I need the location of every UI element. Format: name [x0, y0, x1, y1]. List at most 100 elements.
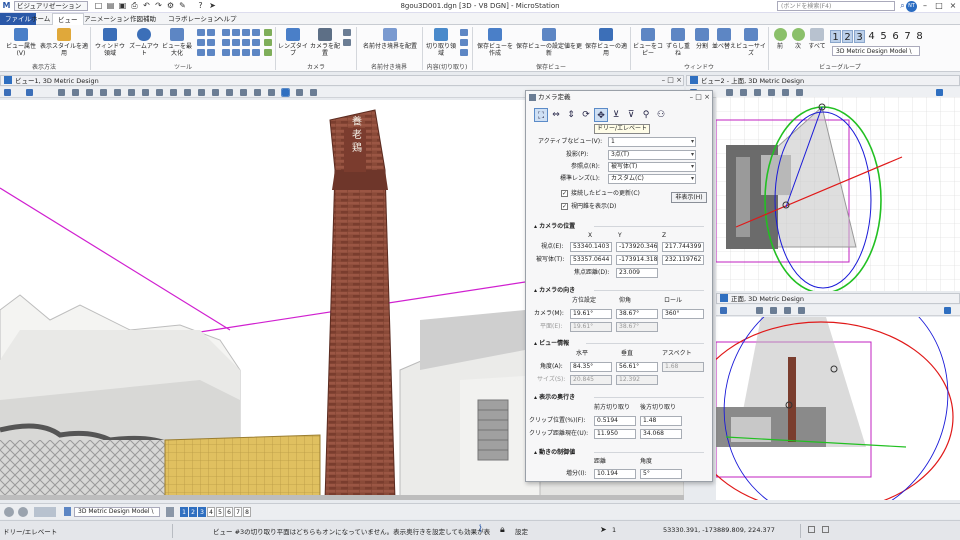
look-icon[interactable] [207, 49, 215, 56]
view-toggle-2[interactable]: 2 [189, 507, 197, 517]
camera-roll-icon[interactable]: ⊽ [624, 108, 638, 122]
view-groups-icon[interactable] [34, 507, 56, 517]
status-box-icon[interactable] [822, 526, 829, 533]
clip-volume-button[interactable]: 切り取り領域 [425, 28, 457, 57]
view2-fit-icon[interactable] [768, 89, 775, 96]
lens-type-button[interactable]: レンズタイプ [278, 28, 308, 57]
rotate-icon[interactable] [197, 39, 205, 46]
motion-control-section[interactable]: ▴ 動きの制御値 [534, 448, 575, 457]
view1-camera-active-icon[interactable] [281, 88, 290, 97]
view-group-8[interactable]: 8 [914, 30, 925, 43]
eye-z-field[interactable]: 217.744399 [662, 242, 704, 252]
bottom-model-select[interactable]: 3D Metric Design Model \ [74, 507, 160, 517]
eye-y-field[interactable]: -173920.346 [616, 242, 658, 252]
clip-back-icon[interactable] [460, 49, 468, 56]
view2-viewport[interactable] [716, 97, 960, 291]
all-button[interactable]: すべて [808, 28, 826, 50]
target-z-field[interactable]: 232.119762 [662, 255, 704, 265]
view-copy-icon[interactable] [242, 49, 250, 56]
sync-icon[interactable] [264, 29, 272, 36]
camera-pick-icon[interactable] [343, 39, 351, 46]
view-group-1[interactable]: 1 [830, 30, 841, 43]
tab-help[interactable]: ヘルプ [212, 13, 242, 25]
view-back-icon[interactable] [232, 39, 240, 46]
split-button[interactable]: 分割 [692, 28, 712, 50]
view2-rotate-icon[interactable] [782, 89, 789, 96]
active-level[interactable]: 1 [612, 526, 616, 534]
status-box-icon[interactable] [808, 526, 815, 533]
save-view-apply-button[interactable]: 保存ビューの適用 [584, 28, 628, 57]
clip-front-icon[interactable] [460, 39, 468, 46]
place-camera-button[interactable]: カメラを配置 [309, 28, 341, 57]
view2-window-icon[interactable] [754, 89, 761, 96]
camera-lens-icon[interactable]: ⚲ [639, 108, 653, 122]
arrange-button[interactable]: 並べ替え [712, 28, 736, 50]
dialog-window-controls[interactable]: – □ × [670, 91, 710, 104]
display-depth-section[interactable]: ▴ 表示の奥行き [534, 393, 575, 402]
view1-update-icon[interactable] [58, 89, 65, 96]
target-x-field[interactable]: 53357.0644 [570, 255, 612, 265]
update-connected-checkbox[interactable]: ✓ [561, 190, 568, 197]
view1-zoomin-icon[interactable] [72, 89, 79, 96]
view-toggle-8[interactable]: 8 [243, 507, 251, 517]
view-group-7[interactable]: 7 [902, 30, 913, 43]
view1-rotate-icon[interactable] [128, 89, 135, 96]
camera-people-icon[interactable]: ⚇ [654, 108, 668, 122]
view-info-section[interactable]: ▴ ビュー情報 [534, 339, 569, 348]
lens-select[interactable]: カスタム(C) [608, 174, 696, 184]
view1-zoomout-icon[interactable] [86, 89, 93, 96]
view1-window-icon[interactable] [100, 89, 107, 96]
camera-elevation-field[interactable]: 38.67° [616, 309, 658, 319]
view-group-4[interactable]: 4 [866, 30, 877, 43]
zoom-in-icon[interactable] [207, 29, 215, 36]
view3-attr-icon[interactable] [720, 307, 727, 314]
view-right-icon[interactable] [242, 29, 250, 36]
nav-forward-icon[interactable] [18, 507, 28, 517]
save-view-update-button[interactable]: 保存ビューの設定値を更新 [516, 28, 582, 57]
camera-small-icon[interactable] [264, 39, 272, 46]
view1-attr-icon[interactable] [4, 89, 11, 96]
avatar[interactable]: NT [906, 1, 917, 12]
view1-fit-icon[interactable] [114, 89, 121, 96]
increment-angle-field[interactable]: 5° [640, 469, 682, 479]
clip-front-dist-field[interactable]: 11.950 [594, 429, 636, 439]
view3-viewport[interactable] [716, 317, 960, 500]
view-group-6[interactable]: 6 [890, 30, 901, 43]
view2-pan-icon[interactable] [796, 89, 803, 96]
view1-previous-icon[interactable] [170, 89, 177, 96]
view3-rotate-icon[interactable] [798, 307, 805, 314]
apply-display-style-button[interactable]: 表示スタイルを適用 [40, 28, 88, 57]
target-y-field[interactable]: -173914.318 [616, 255, 658, 265]
camera-setup-icon[interactable]: ⛶ [534, 108, 548, 122]
view-toggle-6[interactable]: 6 [225, 507, 233, 517]
dolly-elevate-icon[interactable]: ✥ [594, 108, 608, 122]
view-toggle-3[interactable]: 3 [198, 507, 206, 517]
view-toggle-1[interactable]: 1 [180, 507, 188, 517]
view-iso-icon[interactable] [252, 29, 260, 36]
save-view-create-button[interactable]: 保存ビューを作成 [475, 28, 515, 57]
view1-window-controls[interactable]: – □ × [638, 75, 682, 85]
camera-position-section[interactable]: ▴ カメラの位置 [534, 222, 575, 231]
lock-icon[interactable]: 🔒︎ [500, 524, 510, 536]
window-area-button[interactable]: ウィンドウ領域 [93, 28, 127, 57]
camera-direction-section[interactable]: ▴ カメラの向き [534, 286, 575, 295]
view1-mask-icon[interactable] [226, 89, 233, 96]
target-icon[interactable] [264, 49, 272, 56]
view1-clip-icon[interactable] [212, 89, 219, 96]
tab-drafting-aids[interactable]: 作図補助 [125, 13, 161, 25]
view-group-5[interactable]: 5 [878, 30, 889, 43]
view1-render-icon[interactable] [310, 89, 317, 96]
view1-display-icon[interactable] [26, 89, 33, 96]
view-toggle-5[interactable]: 5 [216, 507, 224, 517]
active-view-select[interactable]: 1 [608, 137, 696, 147]
view-iso2-icon[interactable] [252, 39, 260, 46]
view-front-icon[interactable] [232, 29, 240, 36]
view3-fit-icon[interactable] [784, 307, 791, 314]
view-left-icon[interactable] [242, 39, 250, 46]
walk-icon[interactable] [207, 39, 215, 46]
camera-rotate-icon[interactable]: ⟳ [579, 108, 593, 122]
view1-camera-icon[interactable] [268, 89, 275, 96]
camera-move-icon[interactable]: ⇔ [549, 108, 563, 122]
tile-button[interactable]: ずらし重ね [664, 28, 692, 57]
camera-target-icon[interactable]: ⇕ [564, 108, 578, 122]
